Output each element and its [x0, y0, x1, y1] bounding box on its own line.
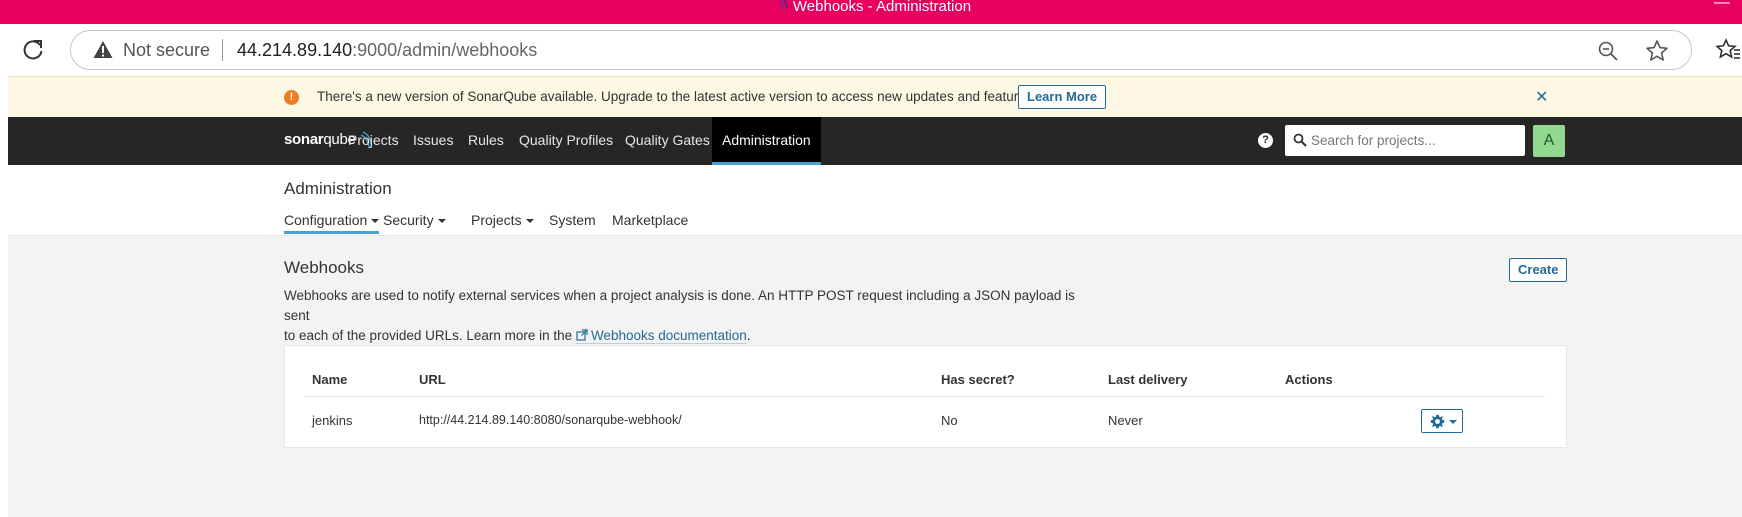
- column-header-actions: Actions: [1285, 372, 1333, 387]
- description-line-1: Webhooks are used to notify external ser…: [284, 288, 1075, 323]
- doc-link-label: Webhooks documentation: [590, 328, 747, 343]
- chevron-down-icon: [525, 219, 534, 224]
- nav-administration[interactable]: Administration: [712, 117, 821, 165]
- admin-header: Administration Configuration Security Pr…: [8, 165, 1742, 236]
- tab-projects-label: Projects: [471, 212, 522, 228]
- window-title-bar: Webhooks - Administration —: [0, 0, 1742, 24]
- search-input[interactable]: [1311, 129, 1516, 151]
- description-end: .: [746, 328, 751, 343]
- tab-marketplace[interactable]: Marketplace: [612, 212, 688, 234]
- column-header-url: URL: [419, 372, 446, 387]
- security-label[interactable]: Not secure: [123, 40, 210, 61]
- browser-toolbar: Not secure 44.214.89.140:9000/admin/webh…: [0, 24, 1742, 76]
- page-viewport: ! There's a new version of SonarQube ava…: [8, 76, 1742, 517]
- upgrade-banner: ! There's a new version of SonarQube ava…: [8, 76, 1742, 117]
- avatar[interactable]: A: [1533, 125, 1565, 157]
- page-description: Webhooks are used to notify external ser…: [284, 286, 1104, 346]
- admin-title: Administration: [284, 179, 392, 198]
- external-link-icon: [576, 329, 588, 341]
- url-host: 44.214.89.140: [237, 40, 353, 60]
- webhook-name: jenkins: [312, 413, 353, 428]
- window-left-edge: [0, 76, 8, 517]
- window-title-text: Webhooks - Administration: [792, 0, 972, 15]
- chevron-down-icon: [371, 219, 380, 224]
- gear-icon: [1430, 414, 1445, 429]
- webhooks-table: Name URL Has secret? Last delivery Actio…: [284, 345, 1567, 448]
- webhook-url: http://44.214.89.140:8080/sonarqube-webh…: [419, 413, 682, 427]
- window-title: Webhooks - Administration: [771, 0, 972, 15]
- nav-quality-gates[interactable]: Quality Gates: [625, 117, 710, 165]
- description-line-2: to each of the provided URLs. Learn more…: [284, 328, 573, 343]
- nav-quality-profiles[interactable]: Quality Profiles: [519, 117, 613, 165]
- close-icon[interactable]: ✕: [1535, 87, 1548, 107]
- webhook-last-delivery: Never: [1108, 413, 1143, 428]
- chevron-down-icon: [437, 219, 446, 224]
- chevron-down-icon: [1449, 420, 1457, 424]
- reload-icon[interactable]: [20, 37, 46, 63]
- logo-text-sonar: sonar: [284, 131, 324, 148]
- minimize-button[interactable]: —: [1714, 0, 1730, 11]
- tab-security-label: Security: [383, 212, 434, 228]
- address-separator: [222, 39, 223, 61]
- tab-configuration-label: Configuration: [284, 212, 368, 228]
- tab-security[interactable]: Security: [383, 212, 446, 234]
- nav-rules[interactable]: Rules: [468, 117, 504, 165]
- column-header-has-secret: Has secret?: [941, 372, 1015, 387]
- zoom-icon[interactable]: [1597, 40, 1619, 62]
- url-text[interactable]: 44.214.89.140:9000/admin/webhooks: [237, 40, 537, 61]
- address-bar[interactable]: Not secure 44.214.89.140:9000/admin/webh…: [70, 30, 1692, 70]
- column-header-name: Name: [312, 372, 348, 387]
- tab-system[interactable]: System: [549, 212, 596, 234]
- project-search: [1285, 125, 1525, 156]
- help-icon[interactable]: ?: [1258, 133, 1273, 148]
- create-button[interactable]: Create: [1509, 258, 1568, 282]
- header-divider: [305, 396, 1545, 397]
- tab-projects[interactable]: Projects: [471, 212, 534, 234]
- column-header-last-delivery: Last delivery: [1108, 372, 1188, 387]
- global-navbar: sonarqube Projects Issues Rules Quality …: [8, 117, 1742, 165]
- webhook-has-secret: No: [941, 413, 958, 428]
- page-title: Webhooks: [284, 258, 365, 277]
- tab-configuration[interactable]: Configuration: [284, 212, 380, 234]
- favorites-icon[interactable]: [1716, 38, 1740, 62]
- webhook-actions-button[interactable]: [1421, 409, 1463, 433]
- alert-icon: !: [284, 90, 299, 105]
- webhooks-documentation-link[interactable]: Webhooks documentation: [575, 328, 747, 344]
- search-icon: [1293, 133, 1307, 147]
- star-icon[interactable]: [1645, 39, 1669, 63]
- warning-icon[interactable]: [93, 40, 113, 60]
- nav-projects[interactable]: Projects: [348, 117, 399, 165]
- nav-issues[interactable]: Issues: [413, 117, 453, 165]
- app-logo-icon: [778, 0, 788, 11]
- learn-more-button[interactable]: Learn More: [1018, 85, 1107, 109]
- upgrade-banner-text: There's a new version of SonarQube avail…: [317, 89, 1037, 104]
- url-path: :9000/admin/webhooks: [352, 40, 538, 60]
